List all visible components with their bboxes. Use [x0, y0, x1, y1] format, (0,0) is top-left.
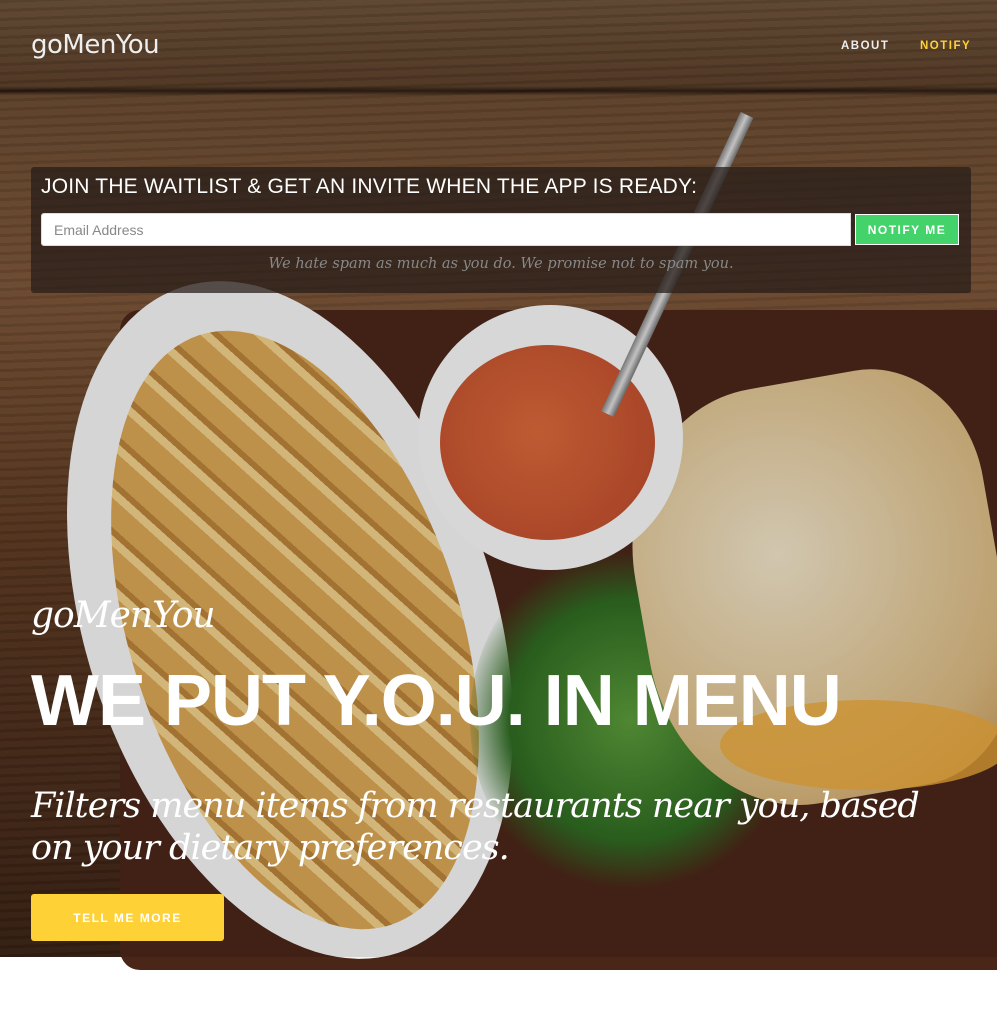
nav-link-notify[interactable]: NOTIFY: [920, 40, 971, 52]
tell-me-more-button[interactable]: TELL ME MORE: [31, 894, 224, 941]
spam-note: We hate spam as much as you do. We promi…: [268, 256, 734, 272]
brand-logo[interactable]: goMenYou: [31, 30, 160, 60]
hero-brand: goMenYou: [31, 595, 216, 636]
nav-link-about[interactable]: ABOUT: [841, 40, 889, 52]
waitlist-form: JOIN THE WAITLIST & GET AN INVITE WHEN T…: [31, 167, 971, 293]
notify-me-button[interactable]: NOTIFY ME: [855, 214, 959, 245]
navbar: goMenYou ABOUT NOTIFY: [0, 0, 997, 95]
waitlist-title: JOIN THE WAITLIST & GET AN INVITE WHEN T…: [41, 175, 698, 198]
hero-title: WE PUT Y.O.U. IN MENU: [31, 661, 842, 741]
hero-subtitle: Filters menu items from restaurants near…: [31, 786, 920, 868]
email-input[interactable]: [41, 213, 851, 246]
